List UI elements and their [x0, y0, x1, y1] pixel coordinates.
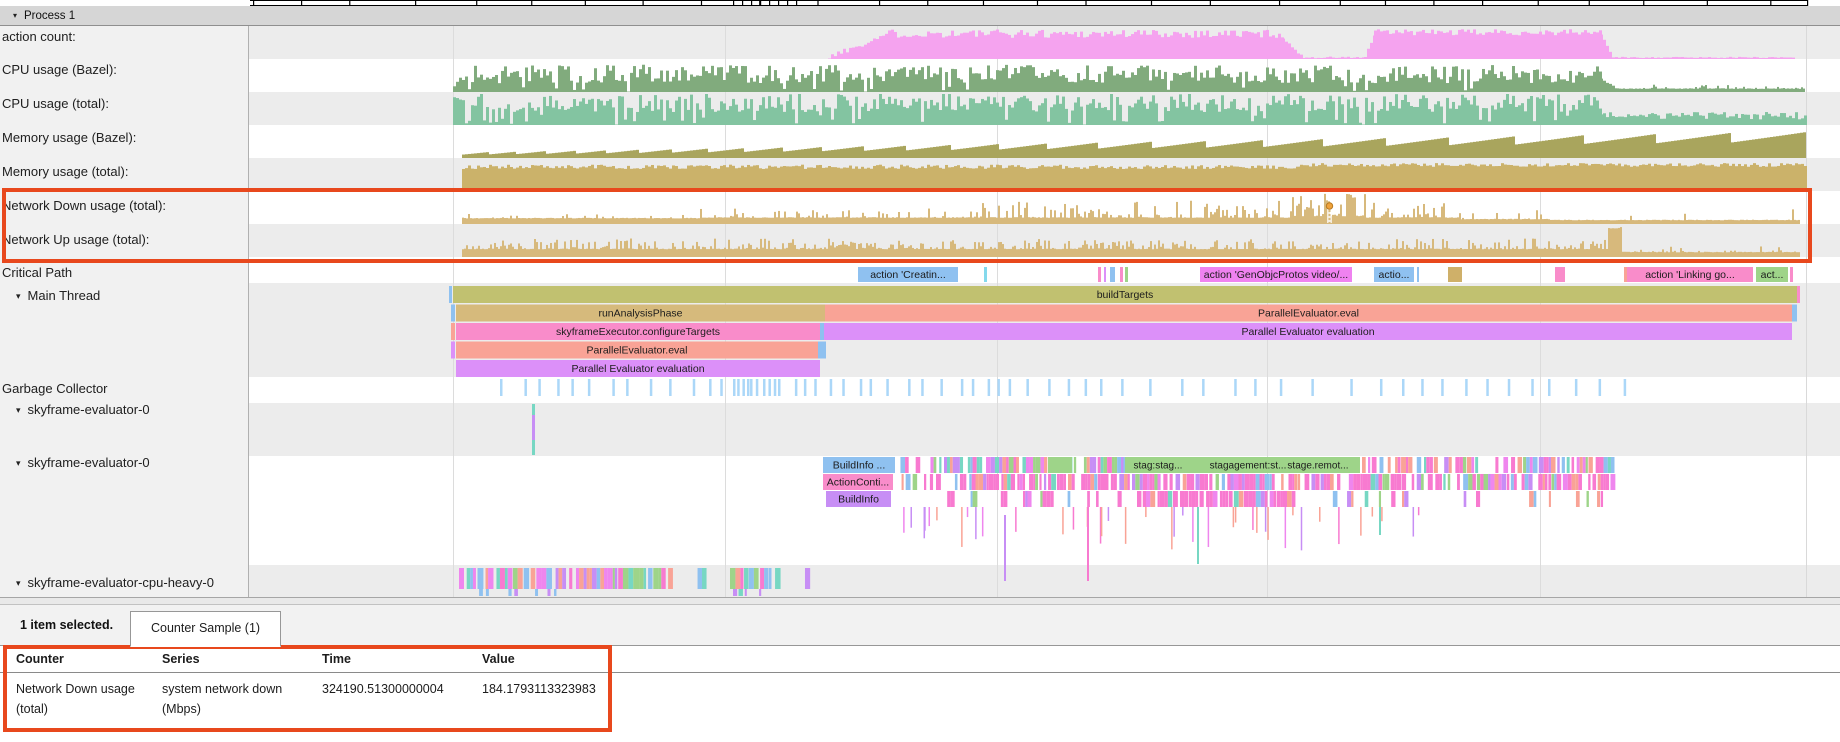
slice[interactable] [1110, 267, 1115, 282]
counter-chart-memory-usage-bazel[interactable] [462, 132, 1806, 158]
svg-text:skyframeExecutor.configureTarg: skyframeExecutor.configureTargets [556, 326, 720, 338]
svg-text:runAnalysisPhase: runAnalysisPhase [598, 308, 682, 320]
counter-chart-network-down-usage-total[interactable] [462, 194, 1800, 224]
svg-text:ParallelEvaluator.eval: ParallelEvaluator.eval [1258, 308, 1359, 320]
column-header-value: Value [482, 646, 1840, 672]
slice[interactable] [451, 323, 455, 340]
slice[interactable] [1104, 267, 1106, 282]
skyframe-evaluator-cpu-heavy-track[interactable] [459, 568, 810, 596]
counter-chart-cpu-usage-total[interactable] [453, 94, 1807, 125]
slice[interactable] [451, 342, 455, 359]
slice[interactable] [1624, 267, 1627, 282]
trace-viewer: ▾Process 1 action count:CPU usage (Bazel… [0, 0, 1840, 742]
svg-text:stag:stag...: stag:stag... [1134, 461, 1183, 472]
cell-value: 184.1793113323983 [482, 679, 1840, 719]
svg-text:actio...: actio... [1379, 269, 1410, 281]
column-header-counter: Counter [16, 646, 162, 672]
slice[interactable] [1120, 267, 1123, 282]
slice[interactable] [1555, 267, 1565, 282]
tab-counter-sample[interactable]: Counter Sample (1) [130, 611, 281, 647]
slice[interactable] [1125, 267, 1128, 282]
slice[interactable] [1448, 267, 1462, 282]
garbage-collector-track[interactable] [500, 379, 1626, 396]
svg-text:ActionConti...: ActionConti... [827, 477, 889, 489]
counter-chart-network-up-usage-total[interactable] [462, 227, 1800, 257]
slice[interactable] [1797, 286, 1800, 303]
svg-text:act...: act... [1761, 269, 1784, 281]
table-header-row: Counter Series Time Value [0, 646, 1840, 673]
slice[interactable] [449, 286, 452, 303]
svg-text:Parallel Evaluator evaluation: Parallel Evaluator evaluation [1241, 326, 1374, 338]
counter-chart-cpu-usage-bazel[interactable] [453, 65, 1805, 92]
svg-text:BuildInfo ...: BuildInfo ... [833, 460, 886, 472]
svg-text:Parallel Evaluator evaluation: Parallel Evaluator evaluation [571, 363, 704, 375]
svg-text:action 'Creatin...: action 'Creatin... [870, 269, 946, 281]
slice[interactable] [1098, 267, 1101, 282]
slice[interactable] [1790, 267, 1793, 282]
svg-text:stage.remot...: stage.remot... [1287, 461, 1348, 472]
svg-text:ParallelEvaluator.eval: ParallelEvaluator.eval [587, 345, 688, 357]
svg-text:action 'GenObjcProtos video/..: action 'GenObjcProtos video/... [1204, 269, 1348, 281]
panel-divider[interactable] [0, 597, 1840, 605]
slice[interactable] [451, 305, 455, 322]
svg-text:action 'Linking go...: action 'Linking go... [1645, 269, 1735, 281]
slice[interactable] [1417, 267, 1419, 282]
svg-text:BuildInfo: BuildInfo [838, 494, 879, 506]
counter-chart-action-count[interactable] [828, 29, 1795, 59]
skyframe-evaluator-0-track-2[interactable]: stag:stag... stagagement:st...stage.remot… [823, 457, 1615, 581]
skyframe-evaluator-0-track-1[interactable] [532, 404, 535, 455]
tab-label: Counter Sample (1) [151, 621, 260, 635]
column-header-series: Series [162, 646, 322, 672]
cell-counter: Network Down usage (total) [16, 679, 162, 719]
tab-strip: 1 item selected. Counter Sample (1) [0, 605, 1840, 646]
counter-sample-table: Counter Series Time Value Network Down u… [0, 646, 1840, 719]
slice[interactable] [818, 342, 826, 359]
slice[interactable] [820, 323, 824, 340]
minimap-ruler-marks[interactable] [250, 0, 1808, 6]
table-row[interactable]: Network Down usage (total) system networ… [0, 673, 1840, 719]
slice[interactable] [984, 267, 987, 282]
critical-path-track[interactable]: action 'Creatin... action 'GenObjcProtos … [858, 267, 1793, 282]
svg-text:stagagement:st...: stagagement:st... [1210, 461, 1287, 472]
selected-counter-sample-marker[interactable] [1326, 203, 1332, 223]
counter-chart-memory-usage-total[interactable] [462, 163, 1807, 191]
slice[interactable] [1792, 305, 1797, 322]
selection-status: 1 item selected. [20, 605, 113, 645]
cell-time: 324190.51300000004 [322, 679, 482, 719]
column-header-time: Time [322, 646, 482, 672]
main-thread-track[interactable]: buildTargets runAnalysisPhase ParallelEval… [449, 286, 1800, 377]
cell-series: system network down (Mbps) [162, 679, 322, 719]
svg-text:buildTargets: buildTargets [1097, 289, 1154, 301]
